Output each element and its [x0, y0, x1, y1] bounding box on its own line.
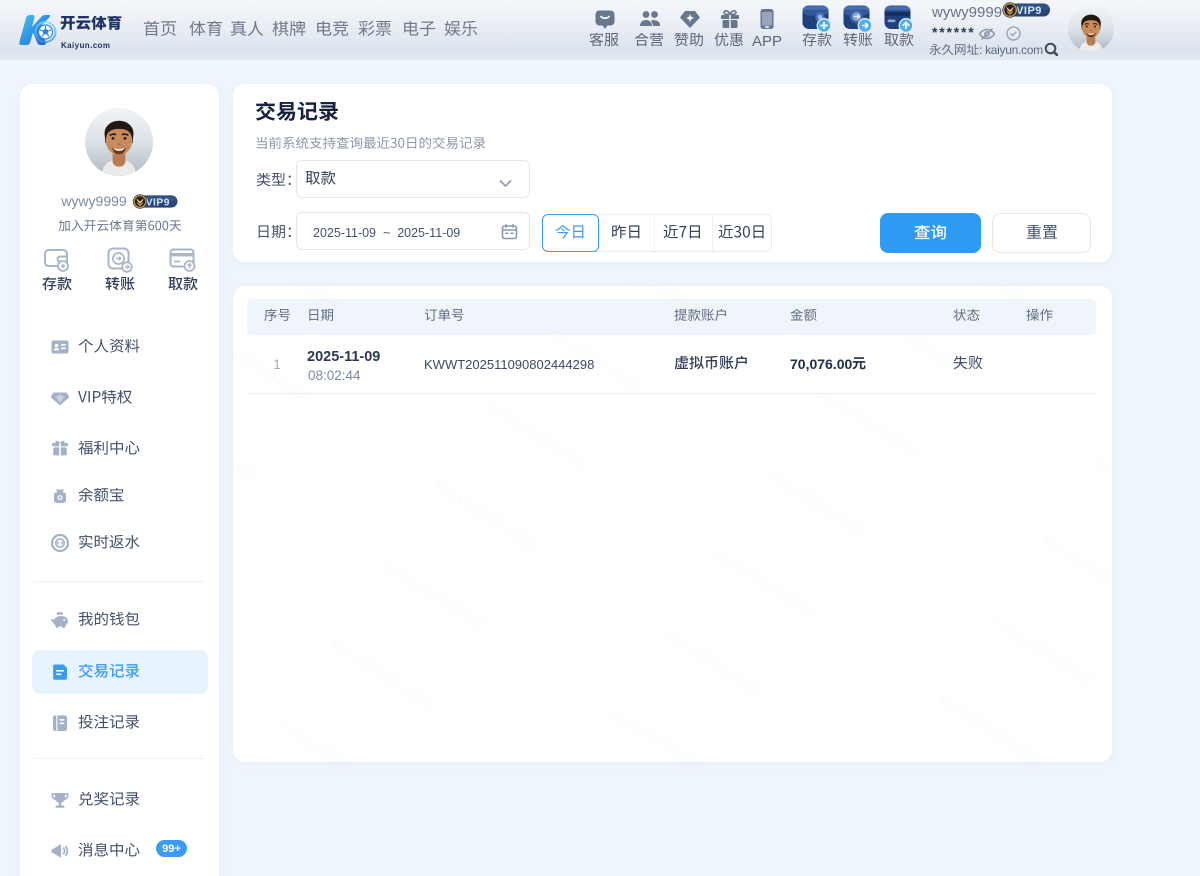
svg-text:VIP9: VIP9 [145, 197, 169, 208]
svg-text:VIP9: VIP9 [1016, 5, 1042, 17]
